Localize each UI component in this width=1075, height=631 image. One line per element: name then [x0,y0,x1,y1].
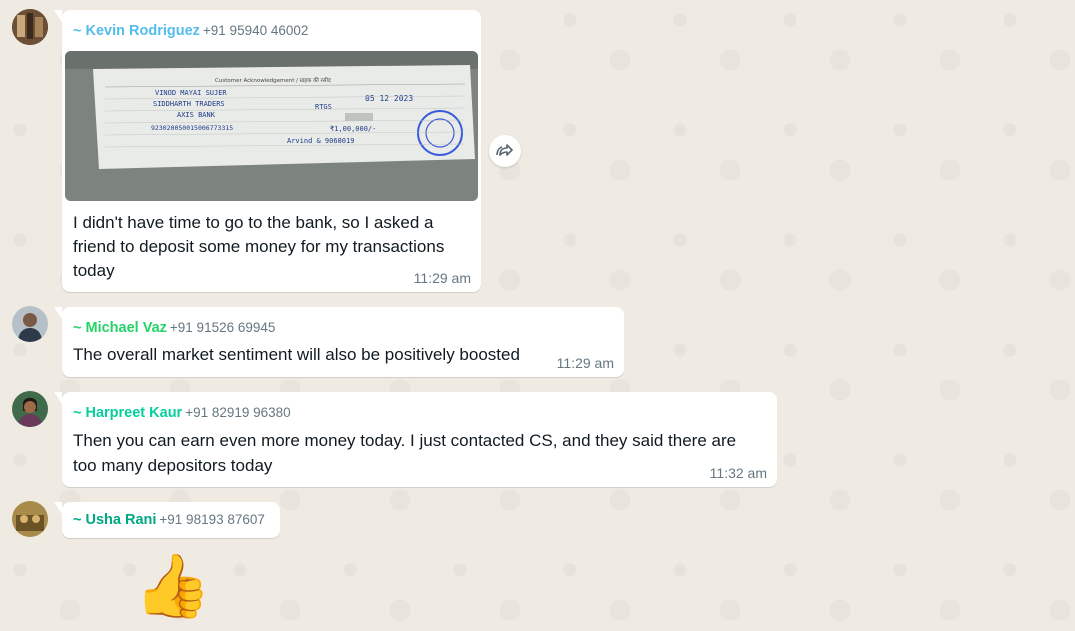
sender-phone: +91 95940 46002 [202,23,309,38]
message-text: Then you can earn even more money today.… [73,428,736,478]
sender-phone: +91 82919 96380 [185,405,291,420]
sender-name[interactable]: ~ Usha Rani [73,512,156,528]
message-bubble-usha[interactable]: ~ Usha Rani +91 98193 87607 [54,502,280,538]
receipt-photo: Customer Acknowledgement / ग्राहक की रसी… [65,51,478,201]
receipt-bank: AXIS BANK [177,111,216,119]
forward-icon [496,144,513,156]
receipt-name: VINOD MAYAI SUJER [155,89,227,97]
message-time: 11:32 am [709,465,767,481]
message-line: I didn't have time to go to the bank, so… [73,213,434,232]
message-time: 11:29 am [556,355,614,371]
message-line: friend to deposit some money for my tran… [73,237,445,256]
sender-phone: +91 91526 69945 [169,320,276,335]
sender-line: ~ Usha Rani +91 98193 87607 [73,512,265,528]
avatar-michael[interactable] [12,306,48,342]
avatar-usha[interactable] [12,501,48,537]
message-text: The overall market sentiment will also b… [73,343,520,367]
thumbs-up-emoji[interactable]: 👍 [134,550,211,622]
message-bubble-kevin[interactable]: ~ Kevin Rodriguez +91 95940 46002 Custome… [54,10,481,292]
message-bubble-harpreet[interactable]: ~ Harpreet Kaur +91 82919 96380 Then you … [54,392,777,487]
message-line: today [73,261,115,280]
sender-line: ~ Michael Vaz +91 91526 69945 [73,320,275,336]
receipt-heading: Customer Acknowledgement / ग्राहक की रसी… [215,77,331,84]
receipt-account: 923020050015006773315 [151,124,233,132]
receipt-date: 05 12 2023 [365,94,413,103]
message-bubble-michael[interactable]: ~ Michael Vaz +91 91526 69945 The overall… [54,307,624,377]
message-text: I didn't have time to go to the bank, so… [73,211,444,283]
forward-button[interactable] [489,135,521,167]
avatar-harpreet[interactable] [12,391,48,427]
message-line: too many depositors today [73,456,273,475]
avatar-kevin[interactable] [12,9,48,45]
sender-line: ~ Harpreet Kaur +91 82919 96380 [73,405,291,421]
sender-phone: +91 98193 87607 [159,512,265,527]
receipt-signature: Arvind & 9068019 [287,137,354,145]
sender-line: ~ Kevin Rodriguez +91 95940 46002 [73,23,308,39]
message-line: Then you can earn even more money today.… [73,431,737,450]
receipt-beneficiary: SIDDHARTH TRADERS [153,100,225,108]
message-line: The overall market sentiment will also b… [73,345,520,364]
receipt-mode: RTGS [315,103,332,111]
sender-name[interactable]: ~ Kevin Rodriguez [73,23,200,39]
message-time: 11:29 am [413,270,471,286]
receipt-amount: ₹1,00,000/- [330,125,376,133]
deposit-receipt-image[interactable]: Customer Acknowledgement / ग्राहक की रसी… [65,51,478,201]
sender-name[interactable]: ~ Michael Vaz [73,320,167,336]
sender-name[interactable]: ~ Harpreet Kaur [73,405,182,421]
